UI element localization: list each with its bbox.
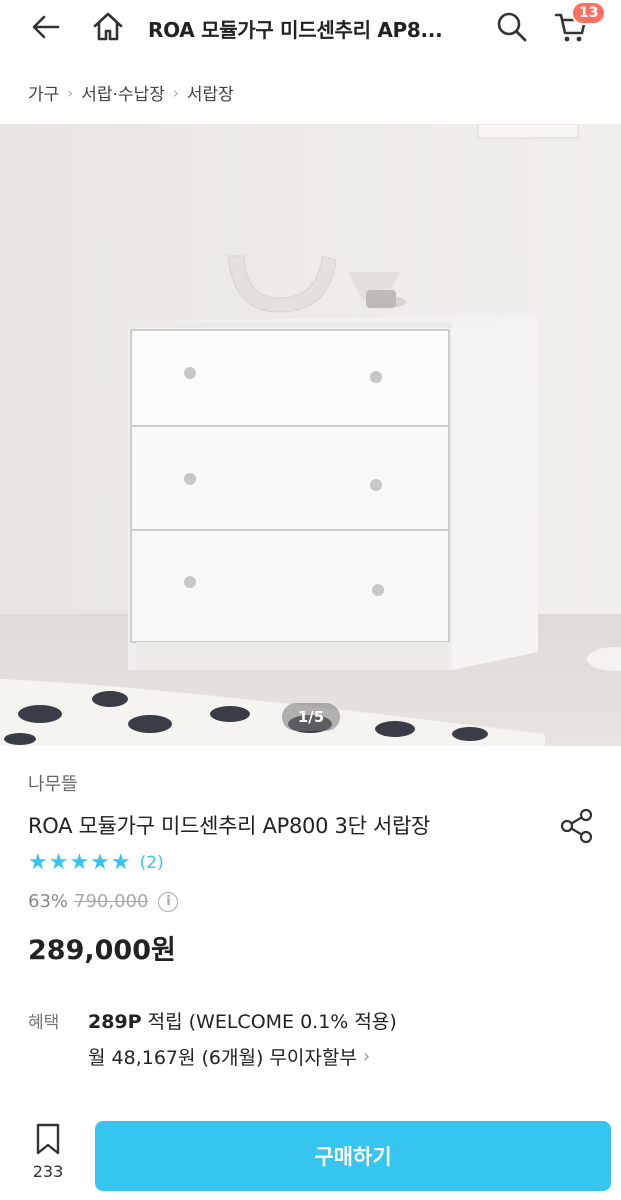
search-icon[interactable] — [490, 5, 534, 49]
installment-text: 월 48,167원 (6개월) 무이자할부 — [88, 1047, 357, 1069]
breadcrumb: 가구 › 서랍·수납장 › 서랍장 — [28, 80, 234, 106]
discount-rate: 63% — [28, 891, 69, 912]
cart-count-badge: 13 — [571, 1, 607, 25]
product-photo-dresser — [0, 124, 621, 746]
bookmark-icon — [36, 1123, 60, 1155]
rating-row[interactable]: ★★★★★ (2) — [28, 850, 164, 875]
home-icon[interactable] — [86, 5, 130, 49]
star-rating-icon: ★★★★★ — [28, 850, 132, 875]
breadcrumb-item-storage[interactable]: 서랍·수납장 — [81, 80, 165, 105]
info-icon[interactable]: i — [158, 891, 179, 912]
points-benefit: 289P 적립 (WELCOME 0.1% 적용) — [88, 1007, 397, 1034]
sale-price: 289,000원 — [28, 935, 176, 966]
chevron-right-icon: › — [172, 83, 179, 102]
image-counter: 1/5 — [282, 703, 340, 731]
breadcrumb-item-furniture[interactable]: 가구 — [28, 80, 59, 105]
page-title: ROA 모듈가구 미드센추리 AP8... — [148, 18, 443, 42]
product-image[interactable] — [0, 124, 621, 746]
price-row: 63% 790,000 i — [28, 891, 179, 912]
back-arrow-icon[interactable] — [24, 5, 68, 49]
breadcrumb-item-drawer[interactable]: 서랍장 — [187, 80, 234, 105]
share-icon[interactable] — [556, 805, 598, 847]
product-title: ROA 모듈가구 미드센추리 AP800 3단 서랍장 — [28, 814, 431, 838]
bookmark-count: 233 — [32, 1162, 64, 1181]
points-description: 적립 (WELCOME 0.1% 적용) — [141, 1011, 397, 1033]
brand-name[interactable]: 나무뜰 — [28, 770, 78, 796]
chevron-right-icon: › — [362, 1046, 371, 1067]
points-amount: 289P — [88, 1011, 142, 1033]
bookmark-button[interactable]: 233 — [18, 1122, 78, 1192]
review-count[interactable]: (2) — [140, 853, 164, 873]
original-price: 790,000 — [74, 891, 149, 912]
chevron-right-icon: › — [67, 83, 74, 102]
installment-benefit[interactable]: 월 48,167원 (6개월) 무이자할부 › — [88, 1043, 370, 1070]
top-app-bar: ROA 모듈가구 미드센추리 AP8... 13 — [0, 0, 621, 54]
buy-button[interactable]: 구매하기 — [95, 1121, 611, 1191]
benefit-label: 혜택 — [28, 1013, 60, 1033]
